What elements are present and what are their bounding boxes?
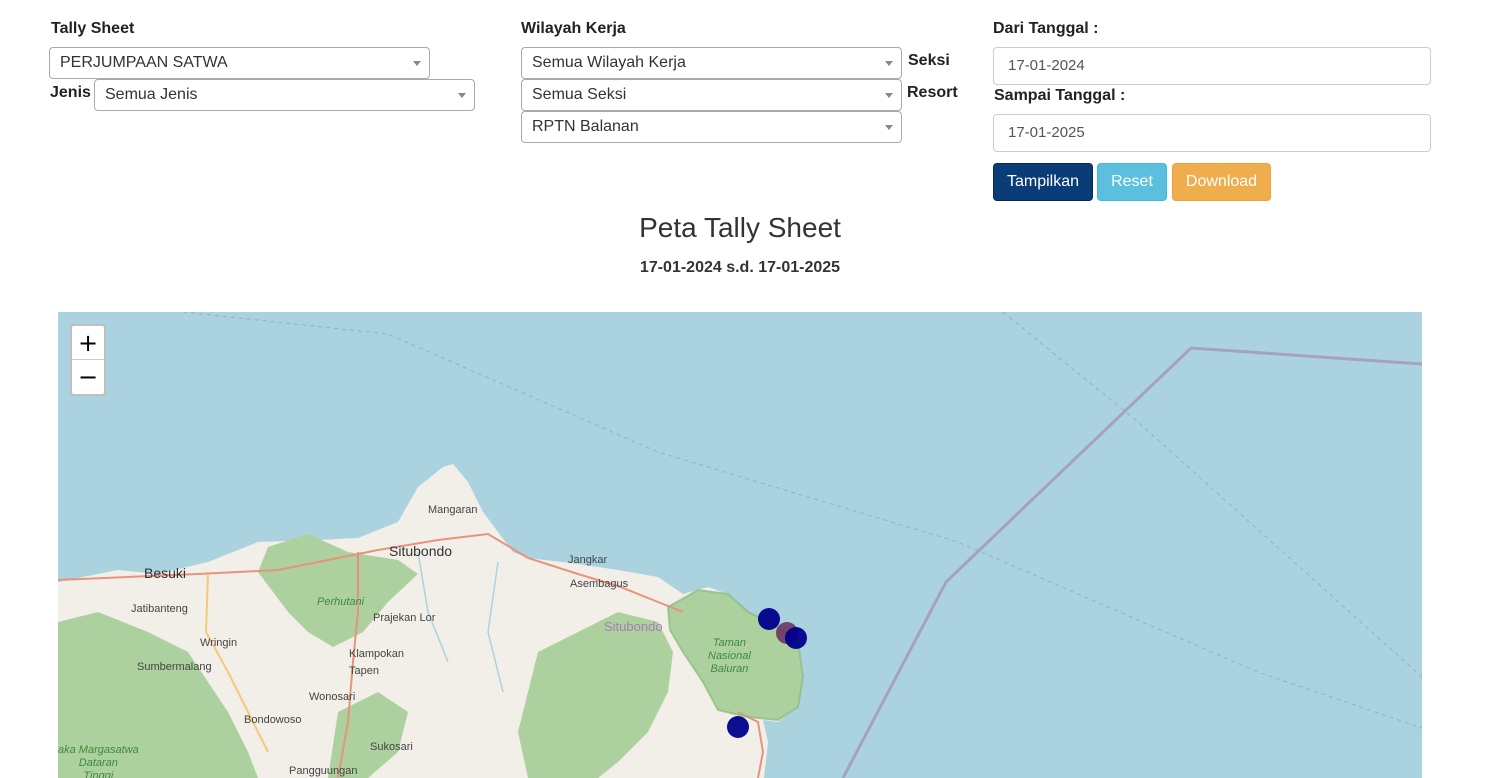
map-title: Peta Tally Sheet xyxy=(639,212,841,243)
place-label-tapen: Tapen xyxy=(349,665,379,677)
park-name-line-1: Taman xyxy=(712,637,747,649)
tampilkan-button[interactable]: Tampilkan xyxy=(993,163,1093,201)
map-marker[interactable] xyxy=(785,627,807,649)
suaka-line-3: Tinggi xyxy=(83,770,114,778)
seksi-select[interactable]: Semua Seksi xyxy=(521,79,902,111)
place-label-pangguungan: Pangguungan xyxy=(289,765,358,777)
zoom-out-button[interactable]: − xyxy=(72,360,104,394)
tally-sheet-select[interactable]: PERJUMPAAN SATWA xyxy=(49,47,430,79)
wilayah-kerja-value: Semua Wilayah Kerja xyxy=(532,54,686,71)
chevron-down-icon xyxy=(885,61,893,66)
jenis-select[interactable]: Semua Jenis xyxy=(94,79,475,111)
dari-tanggal-input[interactable]: 17-01-2024 xyxy=(993,47,1431,85)
place-label-situbondo-region: Situbondo xyxy=(604,619,663,634)
dari-tanggal-label: Dari Tanggal : xyxy=(993,20,1099,37)
place-label-wonosari: Wonosari xyxy=(309,691,356,703)
place-label-besuki: Besuki xyxy=(144,565,187,581)
place-label-sukosari: Sukosari xyxy=(370,741,413,753)
reset-button[interactable]: Reset xyxy=(1097,163,1167,201)
wilayah-kerja-select[interactable]: Semua Wilayah Kerja xyxy=(521,47,902,79)
chevron-down-icon xyxy=(413,61,421,66)
chevron-down-icon xyxy=(885,93,893,98)
place-label-klampokan: Klampokan xyxy=(349,648,405,660)
place-label-sumbermalang: Sumbermalang xyxy=(137,661,212,673)
map-date-range: 17-01-2024 s.d. 17-01-2025 xyxy=(639,259,841,276)
jenis-value: Semua Jenis xyxy=(105,86,198,103)
sampai-tanggal-label: Sampai Tanggal : xyxy=(994,87,1126,104)
suaka-line-2: Dataran xyxy=(78,757,118,769)
place-label-situbondo: Situbondo xyxy=(389,543,453,559)
download-button[interactable]: Download xyxy=(1172,163,1271,201)
wilayah-kerja-label: Wilayah Kerja xyxy=(521,20,626,37)
park-name-line-2: Nasional xyxy=(708,650,751,662)
zoom-control: + − xyxy=(70,324,106,396)
resort-select[interactable]: RPTN Balanan xyxy=(521,111,902,143)
chevron-down-icon xyxy=(885,125,893,130)
zoom-in-button[interactable]: + xyxy=(72,326,104,360)
seksi-label: Seksi xyxy=(908,52,950,69)
chevron-down-icon xyxy=(458,93,466,98)
place-label-jatibanteng: Jatibanteng xyxy=(131,603,188,615)
resort-value: RPTN Balanan xyxy=(532,118,639,135)
map-marker[interactable] xyxy=(727,716,749,738)
seksi-value: Semua Seksi xyxy=(532,86,627,103)
place-label-mangaran: Mangaran xyxy=(428,504,478,516)
place-label-asembagus: Asembagus xyxy=(570,578,629,590)
resort-label: Resort xyxy=(907,84,958,101)
place-label-bondowoso: Bondowoso xyxy=(244,714,302,726)
park-name-line-3: Baluran xyxy=(710,663,749,675)
tally-sheet-value: PERJUMPAAN SATWA xyxy=(60,54,228,71)
suaka-line-1: aka Margasatwa xyxy=(58,744,139,756)
sampai-tanggal-input[interactable]: 17-01-2025 xyxy=(993,114,1431,152)
place-label-jangkar: Jangkar xyxy=(568,554,608,566)
map-tiles xyxy=(58,312,1422,778)
jenis-label: Jenis xyxy=(50,84,91,101)
place-label-suaka-margasatwa: aka Margasatwa Dataran Tinggi xyxy=(58,744,139,778)
place-label-prajekan-lor: Prajekan Lor xyxy=(373,612,436,624)
place-label-perhutani: Perhutani xyxy=(317,596,365,608)
map-canvas[interactable]: Mangaran Situbondo Besuki Jangkar Asemba… xyxy=(58,312,1422,778)
place-label-taman-nasional-baluran: Taman Nasional Baluran xyxy=(708,637,751,676)
tally-sheet-label: Tally Sheet xyxy=(51,20,135,37)
place-label-wringin: Wringin xyxy=(200,637,238,649)
